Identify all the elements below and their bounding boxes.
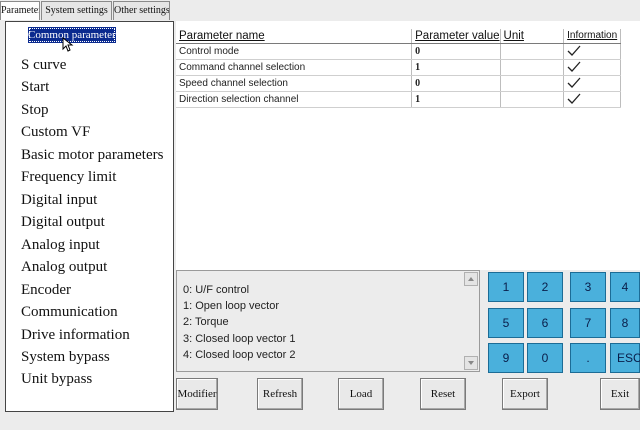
key-7[interactable]: 7	[570, 308, 606, 338]
parameter-value-cell[interactable]: 1	[411, 59, 501, 76]
information-cell	[563, 75, 621, 92]
list-item-digital-output[interactable]: Digital output	[21, 213, 105, 231]
option-item[interactable]: 1: Open loop vector	[183, 300, 279, 312]
tab-parameters[interactable]: Parameters	[0, 1, 40, 20]
column-header-parameter-name: Parameter name	[176, 29, 412, 44]
list-item-digital-input[interactable]: Digital input	[21, 191, 97, 209]
scroll-down-button[interactable]	[464, 356, 478, 370]
table-row[interactable]: Control mode 0	[176, 43, 621, 60]
parameter-table-area: Parameter name Parameter value Unit Info…	[176, 21, 640, 270]
list-item-stop[interactable]: Stop	[21, 101, 49, 119]
key-1[interactable]: 1	[488, 272, 524, 302]
table-row[interactable]: Command channel selection 1	[176, 59, 621, 76]
information-cell	[563, 43, 621, 60]
scroll-up-button[interactable]	[464, 272, 478, 286]
parameter-name-cell: Command channel selection	[176, 59, 412, 76]
exit-button[interactable]: Exit	[600, 378, 640, 410]
option-item[interactable]: 3: Closed loop vector 1	[183, 333, 296, 345]
parameter-name-cell: Control mode	[176, 43, 412, 60]
list-item-unit-bypass[interactable]: Unit bypass	[21, 370, 92, 388]
option-item[interactable]: 2: Torque	[183, 316, 229, 328]
table-row[interactable]: Direction selection channel 1	[176, 91, 621, 108]
arrow-up-icon	[468, 277, 474, 281]
key-2[interactable]: 2	[527, 272, 563, 302]
parameter-value-cell[interactable]: 0	[411, 75, 501, 92]
parameter-group-list[interactable]: Common parameters S curve Start Stop Cus…	[5, 21, 174, 412]
checkmark-icon	[567, 77, 581, 88]
list-item-communication[interactable]: Communication	[21, 303, 118, 321]
column-header-information: Information	[563, 29, 621, 44]
tab-other-settings[interactable]: Other settings	[113, 1, 170, 20]
arrow-down-icon	[468, 361, 474, 365]
key-decimal-point[interactable]: .	[570, 343, 606, 373]
list-item-analog-input[interactable]: Analog input	[21, 236, 100, 254]
list-item-system-bypass[interactable]: System bypass	[21, 348, 110, 366]
key-0[interactable]: 0	[527, 343, 563, 373]
load-button[interactable]: Load	[338, 378, 384, 410]
parameter-value-cell[interactable]: 0	[411, 43, 501, 60]
list-item-drive-information[interactable]: Drive information	[21, 326, 130, 344]
mouse-pointer-icon	[62, 37, 74, 52]
key-8[interactable]: 8	[610, 308, 640, 338]
modifier-button[interactable]: Modifier	[176, 378, 218, 410]
checkmark-icon	[567, 45, 581, 56]
information-cell	[563, 59, 621, 76]
list-item-encoder[interactable]: Encoder	[21, 281, 71, 299]
option-item[interactable]: 0: U/F control	[183, 284, 249, 296]
checkmark-icon	[567, 93, 581, 104]
column-header-parameter-value: Parameter value	[411, 29, 501, 44]
options-scrollbar[interactable]	[464, 272, 478, 370]
parameter-unit-cell	[499, 43, 564, 60]
list-item-frequency-limit[interactable]: Frequency limit	[21, 168, 116, 186]
option-item[interactable]: 4: Closed loop vector 2	[183, 349, 296, 361]
column-header-unit: Unit	[499, 29, 564, 44]
parameter-unit-cell	[499, 75, 564, 92]
parameter-table: Parameter name Parameter value Unit Info…	[176, 29, 621, 108]
tab-bar: Parameters System settings Other setting…	[0, 0, 640, 21]
key-6[interactable]: 6	[527, 308, 563, 338]
list-item-basic-motor-parameters[interactable]: Basic motor parameters	[21, 146, 163, 164]
parameter-value-cell[interactable]: 1	[411, 91, 501, 108]
parameter-unit-cell	[499, 59, 564, 76]
information-cell	[563, 91, 621, 108]
parameter-name-cell: Speed channel selection	[176, 75, 412, 92]
table-row[interactable]: Speed channel selection 0	[176, 75, 621, 92]
value-options-list[interactable]: 0: U/F control 1: Open loop vector 2: To…	[176, 270, 480, 372]
key-3[interactable]: 3	[570, 272, 606, 302]
list-item-analog-output[interactable]: Analog output	[21, 258, 107, 276]
export-button[interactable]: Export	[502, 378, 548, 410]
list-item-custom-vf[interactable]: Custom VF	[21, 123, 90, 141]
key-9[interactable]: 9	[488, 343, 524, 373]
checkmark-icon	[567, 61, 581, 72]
refresh-button[interactable]: Refresh	[257, 378, 303, 410]
list-item-s-curve[interactable]: S curve	[21, 56, 66, 74]
tab-system-settings[interactable]: System settings	[41, 1, 112, 20]
key-4[interactable]: 4	[610, 272, 640, 302]
table-header-row: Parameter name Parameter value Unit Info…	[176, 29, 621, 44]
key-escape[interactable]: ESC	[610, 343, 640, 373]
list-item-start[interactable]: Start	[21, 78, 49, 96]
parameter-unit-cell	[499, 91, 564, 108]
key-5[interactable]: 5	[488, 308, 524, 338]
parameter-name-cell: Direction selection channel	[176, 91, 412, 108]
reset-button[interactable]: Reset	[420, 378, 466, 410]
